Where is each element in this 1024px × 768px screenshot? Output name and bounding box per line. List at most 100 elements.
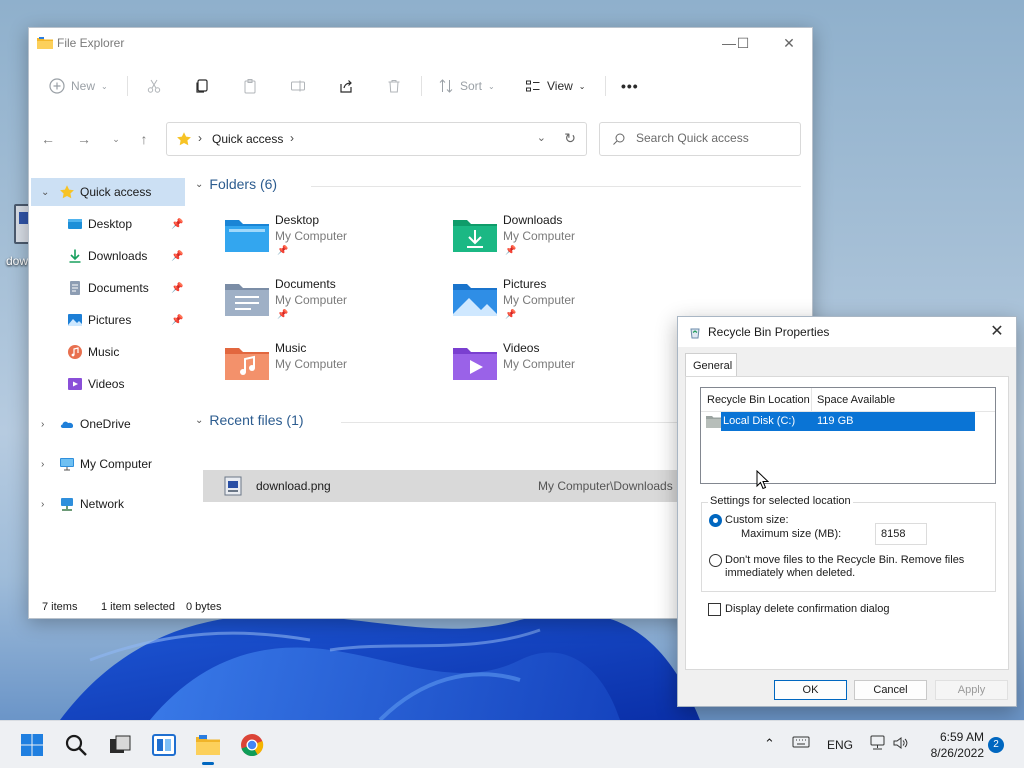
network-icon: [61, 498, 73, 511]
collapsed-chevron-icon[interactable]: ›: [41, 419, 44, 430]
folder-tile-documents[interactable]: Documents My Computer 📌: [225, 276, 445, 332]
back-arrow-icon[interactable]: ←: [39, 130, 57, 148]
show-hidden-icons-chevron-icon[interactable]: ⌃: [764, 736, 775, 768]
group-collapse-chevron-icon[interactable]: ⌄: [195, 179, 203, 190]
pin-icon: 📌: [171, 218, 184, 230]
confirm-delete-checkbox[interactable]: [708, 603, 721, 616]
paste-button[interactable]: [242, 74, 258, 98]
start-button[interactable]: [16, 729, 48, 761]
custom-size-label[interactable]: Custom size:: [725, 514, 789, 526]
folder-tile-videos[interactable]: Videos My Computer: [453, 340, 673, 396]
folder-tile-pictures[interactable]: Pictures My Computer 📌: [453, 276, 673, 332]
maximize-button[interactable]: ☐: [723, 32, 763, 54]
taskbar-chrome[interactable]: [236, 729, 268, 761]
folder-app-icon: [37, 37, 53, 49]
dont-move-label-line-2[interactable]: immediately when deleted.: [725, 567, 855, 579]
copy-button[interactable]: [194, 74, 210, 98]
pin-icon: 📌: [171, 314, 184, 326]
collapsed-chevron-icon[interactable]: ›: [41, 499, 44, 510]
sidebar-item-desktop[interactable]: Desktop 📌: [31, 210, 185, 238]
sidebar-item-my-computer[interactable]: › My Computer: [31, 450, 185, 478]
sort-button[interactable]: Sort ⌄: [438, 74, 495, 98]
disk-folder-icon: [706, 416, 722, 428]
folder-tile-downloads[interactable]: Downloads My Computer 📌: [453, 212, 673, 268]
more-options-button[interactable]: •••: [621, 74, 639, 98]
taskbar-clock[interactable]: 6:59 AM 8/26/2022: [924, 729, 984, 761]
sidebar-item-videos[interactable]: Videos: [31, 370, 185, 398]
network-status-icon[interactable]: [869, 735, 887, 768]
sidebar-item-onedrive[interactable]: › OneDrive: [31, 410, 185, 438]
ok-button[interactable]: OK: [774, 680, 847, 700]
sidebar-item-network[interactable]: › Network: [31, 490, 185, 518]
window-title: File Explorer: [57, 36, 125, 50]
folder-tile-desktop[interactable]: Desktop My Computer 📌: [225, 212, 445, 268]
dialog-close-icon[interactable]: ✕: [986, 322, 1008, 342]
taskbar-file-explorer[interactable]: [192, 729, 224, 765]
breadcrumb-separator-icon[interactable]: ›: [290, 131, 294, 145]
settings-group: Settings for selected location Custom si…: [701, 495, 996, 592]
max-size-input[interactable]: [875, 523, 927, 545]
new-label: New: [71, 79, 96, 93]
share-button[interactable]: [338, 74, 354, 98]
up-arrow-icon[interactable]: ↑: [135, 130, 153, 148]
widgets-button[interactable]: [148, 729, 180, 761]
sidebar-item-label: OneDrive: [80, 417, 131, 431]
address-history-chevron-icon[interactable]: ⌄: [537, 131, 546, 144]
sidebar-item-quick-access[interactable]: ⌄ Quick access: [31, 178, 185, 206]
expanded-chevron-icon[interactable]: ⌄: [41, 187, 49, 198]
explorer-titlebar[interactable]: File Explorer — ☐ ✕: [29, 28, 812, 58]
task-view-button[interactable]: [104, 729, 136, 761]
search-input[interactable]: [636, 131, 792, 145]
address-bar[interactable]: › Quick access › ⌄ ↻: [166, 122, 587, 156]
settings-group-legend: Settings for selected location: [708, 495, 853, 507]
status-selected: 1 item selected: [101, 601, 175, 613]
column-header-location[interactable]: Recycle Bin Location: [707, 394, 810, 406]
apply-button[interactable]: Apply: [935, 680, 1008, 700]
confirm-delete-label[interactable]: Display delete confirmation dialog: [725, 603, 889, 615]
cancel-button[interactable]: Cancel: [854, 680, 927, 700]
sidebar-item-downloads[interactable]: Downloads 📌: [31, 242, 185, 270]
dont-move-radio[interactable]: [709, 554, 722, 567]
recent-files-group-header[interactable]: ⌄ Recent files (1): [195, 412, 304, 428]
delete-button[interactable]: [386, 74, 402, 98]
sidebar-item-label: Downloads: [88, 249, 148, 263]
view-button[interactable]: View ⌄: [525, 74, 586, 98]
recycle-bin-location-list[interactable]: Recycle Bin Location Space Available Loc…: [700, 387, 996, 490]
scissors-icon: [147, 79, 161, 93]
volume-icon[interactable]: [892, 735, 910, 768]
cut-button[interactable]: [146, 74, 162, 98]
sidebar-item-music[interactable]: Music: [31, 338, 185, 366]
folder-location: My Computer: [503, 357, 576, 371]
dialog-titlebar[interactable]: Recycle Bin Properties ✕: [678, 317, 1016, 347]
close-button[interactable]: ✕: [769, 32, 809, 54]
group-collapse-chevron-icon[interactable]: ⌄: [195, 415, 203, 426]
rename-button[interactable]: [290, 74, 306, 98]
column-header-space[interactable]: Space Available: [817, 394, 895, 406]
desktop-folder-icon: [225, 220, 269, 252]
folder-app-icon: [196, 735, 220, 755]
dont-move-label[interactable]: Don't move files to the Recycle Bin. Rem…: [725, 554, 964, 566]
recycle-bin-icon: [690, 328, 700, 339]
folders-group-header[interactable]: ⌄ Folders (6): [195, 176, 277, 192]
new-button[interactable]: New ⌄: [49, 74, 108, 98]
collapsed-chevron-icon[interactable]: ›: [41, 459, 44, 470]
sidebar-item-documents[interactable]: Documents 📌: [31, 274, 185, 302]
sort-label: Sort: [460, 79, 483, 93]
search-box[interactable]: [599, 122, 801, 156]
touch-keyboard-icon[interactable]: [792, 735, 810, 768]
recent-locations-chevron-icon[interactable]: ⌄: [107, 130, 125, 148]
input-language[interactable]: ENG: [827, 738, 853, 768]
navigation-row: ← → ⌄ ↑ › Quick access › ⌄ ↻: [29, 121, 812, 157]
search-button[interactable]: [60, 729, 92, 761]
location-row-selected[interactable]: Local Disk (C:) 119 GB: [721, 412, 975, 431]
folder-tile-music[interactable]: Music My Computer: [225, 340, 445, 396]
notification-badge[interactable]: 2: [988, 737, 1004, 753]
custom-size-radio[interactable]: [709, 514, 722, 527]
breadcrumb-quick-access[interactable]: Quick access: [212, 132, 283, 146]
forward-arrow-icon[interactable]: →: [75, 130, 93, 148]
tab-general[interactable]: General: [685, 353, 737, 377]
pin-icon: 📌: [171, 282, 184, 294]
sidebar-item-pictures[interactable]: Pictures 📌: [31, 306, 185, 334]
refresh-icon[interactable]: ↻: [564, 130, 576, 147]
sidebar-item-label: Quick access: [80, 185, 152, 199]
